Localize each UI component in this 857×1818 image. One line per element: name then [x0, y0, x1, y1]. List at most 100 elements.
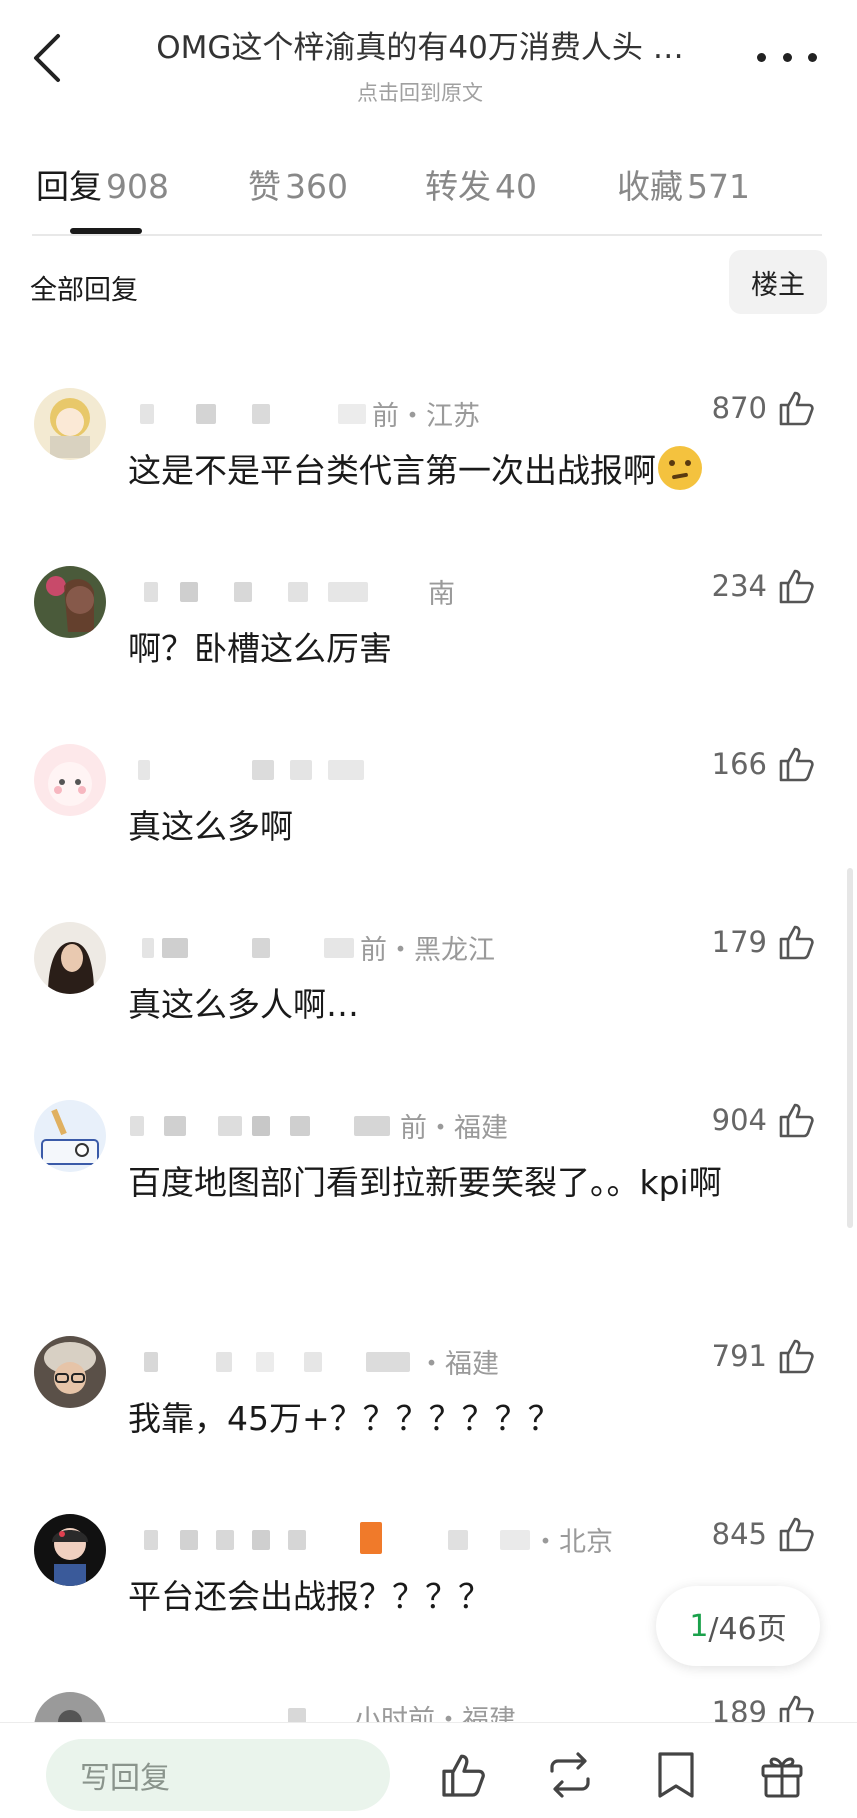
blurred-username [338, 404, 366, 424]
avatar[interactable] [34, 1336, 106, 1408]
blurred-username [324, 938, 354, 958]
comment-meta: 前・黑龙江 [128, 926, 648, 966]
like-count: 870 [711, 391, 767, 425]
like-count: 166 [711, 747, 767, 781]
more-button[interactable] [757, 42, 817, 72]
like-button[interactable]: 166 [712, 744, 817, 784]
like-button[interactable]: 179 [712, 922, 817, 962]
avatar[interactable] [34, 1514, 106, 1586]
more-dot [808, 52, 817, 62]
tab-replies[interactable]: 回复 908 [36, 160, 169, 208]
current-page: 1 [689, 1608, 709, 1644]
tab-likes[interactable]: 赞 360 [248, 160, 348, 208]
blurred-username [290, 760, 312, 780]
like-button[interactable]: 791 [712, 1336, 817, 1376]
comment-time-location: 南 [428, 579, 455, 610]
avatar[interactable] [34, 744, 106, 816]
comment-text: 真这么多啊 [128, 807, 293, 846]
scrollbar[interactable] [847, 868, 853, 1228]
tab-bar: 回复 908 赞 360 转发 40 收藏 571 [0, 160, 857, 236]
op-only-button[interactable]: 楼主 [729, 250, 827, 314]
back-button[interactable] [22, 28, 72, 88]
back-to-original-link[interactable]: 点击回到原文 [100, 77, 740, 107]
blurred-username [500, 1530, 530, 1550]
tab-label: 转发 [425, 167, 491, 206]
tab-reposts[interactable]: 转发 40 [425, 160, 537, 208]
blurred-username [144, 1352, 158, 1372]
like-button[interactable]: 234 [712, 566, 817, 606]
gift-icon [761, 1757, 803, 1798]
blurred-username [252, 404, 270, 424]
avatar[interactable] [34, 388, 106, 460]
comment-meta: 南 [128, 570, 648, 610]
page-title: OMG这个梓渝真的有40万消费人头 … [156, 30, 684, 66]
thumbs-up-icon [779, 925, 814, 960]
more-dots-icon [757, 52, 766, 62]
comment-time-location: ・福建 [418, 1349, 499, 1380]
blurred-username [144, 582, 158, 602]
tab-count: 40 [495, 167, 537, 206]
blurred-username [196, 404, 216, 424]
blurred-username [142, 938, 154, 958]
comment-time-location: 前・福建 [400, 1113, 508, 1144]
blurred-username [162, 938, 188, 958]
gift-button[interactable] [756, 1749, 808, 1801]
tab-count: 360 [285, 167, 348, 206]
blurred-username [164, 1116, 186, 1136]
blurred-username [180, 1530, 198, 1550]
blurred-username [288, 1530, 306, 1550]
like-button[interactable]: 870 [712, 388, 817, 428]
tab-label: 回复 [36, 167, 102, 206]
repost-button[interactable] [544, 1749, 596, 1801]
tab-label: 收藏 [617, 167, 683, 206]
tab-count: 571 [687, 167, 750, 206]
blurred-username [354, 1116, 390, 1136]
thumbs-up-icon [442, 1754, 485, 1797]
reply-input[interactable]: 写回复 [46, 1739, 390, 1811]
avatar[interactable] [34, 1100, 106, 1172]
blurred-username [218, 1116, 242, 1136]
blurred-username [366, 1352, 410, 1372]
like-button[interactable]: 845 [712, 1514, 817, 1554]
title-area[interactable]: OMG这个梓渝真的有40万消费人头 … 点击回到原文 [100, 22, 740, 107]
comment-meta: ・福建 [128, 1340, 648, 1380]
blurred-username [252, 1116, 270, 1136]
repost-icon [550, 1752, 590, 1798]
comment-text-span: 这是不是平台类代言第一次出战报啊 [128, 451, 656, 490]
favorite-button[interactable] [650, 1749, 702, 1801]
comment-time-location: ・北京 [532, 1527, 613, 1558]
blurred-username [288, 582, 308, 602]
all-replies-label[interactable]: 全部回复 [30, 268, 138, 307]
like-count: 845 [711, 1517, 767, 1551]
blurred-username [252, 1530, 270, 1550]
thinking-emoji-icon [658, 446, 702, 490]
avatar[interactable] [34, 922, 106, 994]
blurred-username [180, 582, 198, 602]
like-post-button[interactable] [438, 1749, 490, 1801]
comment-meta: 前・福建 [128, 1104, 648, 1144]
more-dot [782, 52, 792, 62]
page-indicator[interactable]: 1/46页 [656, 1586, 820, 1666]
chevron-left-icon [34, 34, 60, 82]
blurred-badge [360, 1522, 382, 1554]
avatar[interactable] [34, 566, 106, 638]
blurred-username [130, 1116, 144, 1136]
comment-time-location: 前・江苏 [372, 401, 480, 432]
like-count: 179 [711, 925, 767, 959]
blurred-username [328, 760, 364, 780]
blurred-username [138, 760, 150, 780]
like-button[interactable]: 904 [712, 1100, 817, 1140]
bookmark-icon [658, 1752, 694, 1798]
header: OMG这个梓渝真的有40万消费人头 … 点击回到原文 [0, 0, 857, 110]
blurred-username [304, 1352, 322, 1372]
bottom-bar: 写回复 [0, 1722, 857, 1818]
comment-meta: 前・江苏 [128, 392, 648, 432]
blurred-username [216, 1530, 234, 1550]
thumbs-up-icon [779, 1103, 814, 1138]
comment-time-location: 前・黑龙江 [360, 935, 495, 966]
tab-favorites[interactable]: 收藏 571 [617, 160, 750, 208]
comment-text: 百度地图部门看到拉新要笑裂了。。kpi啊 [128, 1163, 722, 1202]
tab-count: 908 [106, 167, 169, 206]
blurred-username [144, 1530, 158, 1550]
divider [32, 234, 822, 236]
